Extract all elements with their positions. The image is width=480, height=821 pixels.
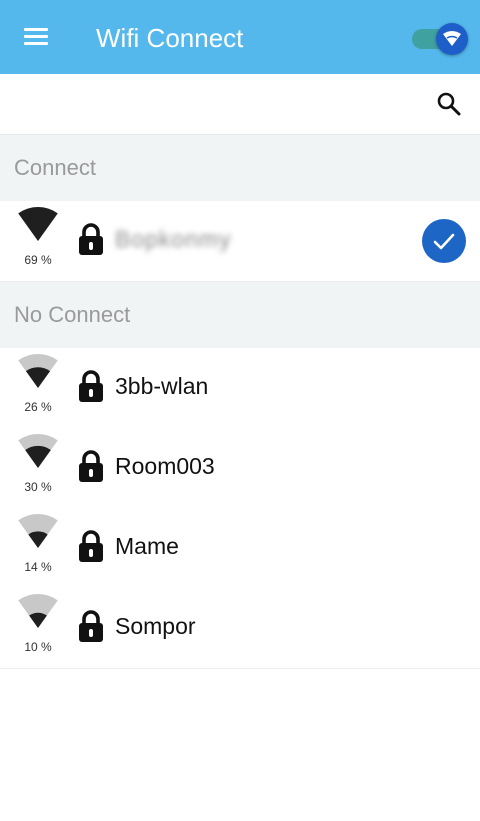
signal-strength-icon bbox=[18, 434, 58, 468]
connected-check-icon bbox=[422, 219, 466, 263]
search-icon[interactable] bbox=[436, 91, 462, 117]
wifi-item-connected[interactable]: 69 % Bopkonmy bbox=[0, 201, 480, 282]
network-name: Room003 bbox=[115, 453, 215, 479]
signal-strength-icon bbox=[18, 207, 58, 241]
lock-icon bbox=[79, 370, 103, 402]
signal-percent: 30 % bbox=[24, 480, 52, 494]
signal-level-wedge bbox=[18, 207, 58, 241]
wifi-item[interactable]: 10 % Sompor bbox=[0, 588, 480, 669]
signal-level-wedge bbox=[28, 531, 48, 548]
hamburger-menu-icon[interactable] bbox=[22, 24, 52, 50]
wifi-icon bbox=[436, 23, 468, 55]
wifi-item[interactable]: 14 % Mame bbox=[0, 508, 480, 589]
signal-level-wedge bbox=[25, 367, 51, 388]
lock-icon bbox=[79, 530, 103, 562]
wifi-item[interactable]: 26 % 3bb-wlan bbox=[0, 348, 480, 429]
lock-icon bbox=[79, 450, 103, 482]
lock-icon bbox=[79, 223, 103, 255]
signal-percent: 10 % bbox=[24, 640, 52, 654]
signal-strength-icon bbox=[18, 514, 58, 548]
lock-icon bbox=[79, 610, 103, 642]
signal-strength-icon bbox=[18, 354, 58, 388]
signal-percent: 26 % bbox=[24, 400, 52, 414]
section-title: No Connect bbox=[14, 302, 131, 327]
network-name: Sompor bbox=[115, 613, 196, 639]
network-name: 3bb-wlan bbox=[115, 373, 209, 399]
app-title: Wifi Connect bbox=[96, 23, 244, 53]
section-title: Connect bbox=[14, 155, 96, 180]
network-name: Bopkonmy bbox=[115, 226, 232, 252]
section-header-no-connect: No Connect bbox=[0, 282, 480, 348]
signal-level-wedge bbox=[29, 612, 47, 628]
section-header-connect: Connect bbox=[0, 135, 480, 201]
app-bar: Wifi Connect bbox=[0, 0, 480, 74]
signal-percent: 69 % bbox=[24, 253, 52, 267]
signal-percent: 14 % bbox=[24, 560, 52, 574]
network-name: Mame bbox=[115, 533, 179, 559]
search-bar bbox=[0, 74, 480, 135]
wifi-toggle[interactable] bbox=[412, 22, 470, 56]
signal-strength-icon bbox=[18, 594, 58, 628]
wifi-item[interactable]: 30 % Room003 bbox=[0, 428, 480, 509]
signal-level-wedge bbox=[25, 445, 51, 468]
